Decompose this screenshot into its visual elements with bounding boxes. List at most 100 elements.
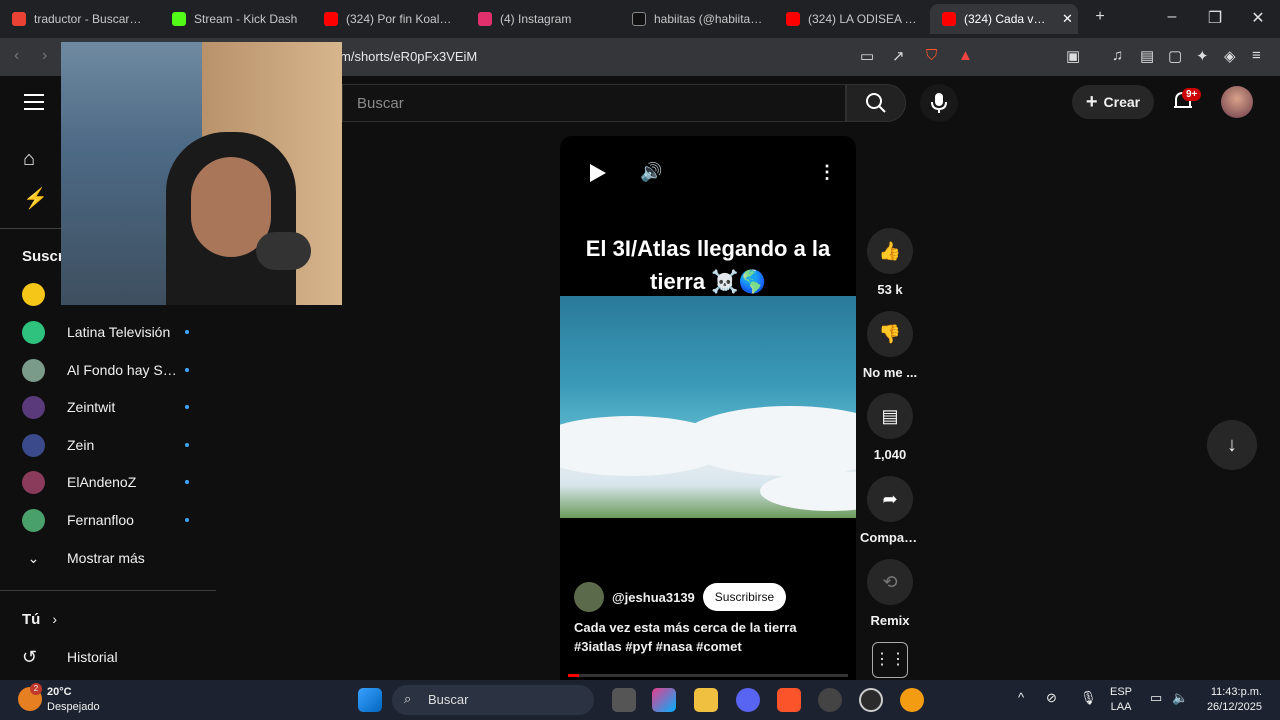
minimize-icon[interactable]: – bbox=[1152, 8, 1192, 26]
language-indicator[interactable]: ESP LAA bbox=[1110, 685, 1132, 715]
share-button[interactable]: ➦ Compartir bbox=[860, 476, 920, 545]
show-more-button[interactable]: ⌄ Mostrar más bbox=[22, 545, 202, 571]
music-icon[interactable]: ♫ bbox=[1112, 47, 1123, 64]
channel-row: @jeshua3139 Suscribirse bbox=[574, 582, 787, 612]
app-icon[interactable] bbox=[818, 688, 842, 712]
new-content-dot bbox=[185, 443, 189, 447]
vpn-icon[interactable]: ◈ bbox=[1224, 47, 1236, 65]
sidebar-item-channel[interactable]: Zein bbox=[22, 432, 202, 458]
video-frame bbox=[560, 296, 856, 518]
notification-badge: 9+ bbox=[1182, 88, 1202, 101]
chevron-up-icon[interactable]: ^ bbox=[1018, 690, 1024, 705]
tab-1[interactable]: Stream - Kick Dash bbox=[160, 4, 320, 34]
leo-icon[interactable]: ✦ bbox=[1196, 47, 1209, 65]
sidebar-item-channel[interactable]: ElAndenoZ bbox=[22, 469, 202, 495]
channel-handle[interactable]: @jeshua3139 bbox=[612, 590, 695, 605]
back-icon[interactable]: ‹ bbox=[14, 47, 19, 65]
more-options-icon[interactable]: ⋮ bbox=[818, 162, 836, 183]
sound-wave-icon[interactable]: ⋮⋮ bbox=[872, 642, 908, 678]
split-view-icon[interactable]: ▤ bbox=[1140, 47, 1154, 65]
you-section-link[interactable]: Tú › bbox=[22, 606, 202, 632]
close-tab-icon[interactable]: ✕ bbox=[1062, 11, 1073, 27]
channel-avatar[interactable] bbox=[22, 283, 45, 306]
tab-2[interactable]: (324) Por fin Koala vo bbox=[312, 4, 472, 34]
sidebar-item-channel[interactable]: Fernanfloo bbox=[22, 507, 202, 533]
share-icon: ➦ bbox=[867, 476, 913, 522]
share-page-icon[interactable]: ↗ bbox=[892, 47, 905, 65]
subscriptions-heading: Suscr bbox=[22, 248, 64, 265]
rewards-icon[interactable]: ▲ bbox=[958, 47, 973, 64]
windows-start-icon[interactable] bbox=[358, 688, 382, 712]
sidebar-item-channel[interactable]: Zeintwit bbox=[22, 394, 202, 420]
webcam-overlay bbox=[61, 42, 342, 305]
create-button[interactable]: + Crear bbox=[1072, 85, 1154, 119]
task-view-icon[interactable] bbox=[612, 688, 636, 712]
sidebar-toggle-icon[interactable]: ▣ bbox=[1066, 47, 1080, 65]
microsoft365-icon[interactable] bbox=[652, 688, 676, 712]
url-field[interactable]: m/shorts/eR0pFx3VEiM bbox=[340, 49, 477, 64]
account-avatar[interactable] bbox=[1221, 86, 1253, 118]
tab-active[interactable]: (324) Cada vez e ✕ bbox=[930, 4, 1078, 34]
dislike-button[interactable]: 👎 No me ... bbox=[860, 311, 920, 380]
remix-button[interactable]: ⟲ Remix bbox=[860, 559, 920, 628]
next-short-arrow-icon[interactable]: ↓ bbox=[1207, 420, 1257, 470]
home-icon[interactable]: ⌂ bbox=[23, 148, 35, 171]
google-icon bbox=[12, 12, 26, 26]
volume-icon[interactable]: 🔈 bbox=[1172, 690, 1188, 706]
short-description: Cada vez esta más cerca de la tierra #3i… bbox=[574, 620, 797, 654]
close-window-icon[interactable]: ✕ bbox=[1238, 8, 1278, 28]
tab-3[interactable]: (4) Instagram bbox=[466, 4, 616, 34]
avatar[interactable] bbox=[574, 582, 604, 612]
avatar bbox=[22, 395, 45, 419]
voice-search-button[interactable] bbox=[920, 84, 958, 122]
cast-icon[interactable]: ▭ bbox=[860, 47, 874, 65]
network-icon[interactable]: ⊘ bbox=[1046, 690, 1057, 706]
microphone-icon[interactable]: 🎙 bbox=[1080, 690, 1097, 706]
hamburger-menu-icon[interactable] bbox=[24, 94, 44, 110]
tab-5[interactable]: (324) LA ODISEA Trál bbox=[774, 4, 930, 34]
obs-icon[interactable] bbox=[859, 688, 883, 712]
tab-0[interactable]: traductor - Buscar con bbox=[0, 4, 160, 34]
weather-badge: 2 bbox=[30, 683, 42, 695]
taskbar-search[interactable]: ⌕ Buscar bbox=[392, 685, 594, 715]
search-icon bbox=[866, 93, 886, 113]
browser-tab-bar: traductor - Buscar con Stream - Kick Das… bbox=[0, 0, 1280, 38]
search-icon: ⌕ bbox=[404, 691, 412, 706]
sidebar-item-channel[interactable]: Al Fondo hay Siti... bbox=[22, 357, 202, 383]
weather-widget[interactable]: 20°C Despejado bbox=[47, 685, 100, 715]
brave-shield-icon[interactable]: ⛉ bbox=[926, 47, 937, 64]
tiktok-icon bbox=[632, 12, 646, 26]
progress-bar[interactable] bbox=[568, 674, 848, 677]
tab-4[interactable]: habiitas (@habiitas) | bbox=[620, 4, 780, 34]
subscribe-button[interactable]: Suscribirse bbox=[702, 583, 787, 611]
display-icon[interactable]: ▭ bbox=[1150, 690, 1162, 706]
avatar bbox=[22, 433, 45, 457]
shorts-icon[interactable]: ⚡ bbox=[23, 186, 48, 211]
avatar bbox=[22, 508, 45, 532]
sidebar-item-channel[interactable]: Latina Televisión bbox=[22, 319, 202, 345]
discord-icon[interactable] bbox=[736, 688, 760, 712]
like-button[interactable]: 👍 53 k bbox=[860, 228, 920, 297]
comments-button[interactable]: ▤ 1,040 bbox=[860, 393, 920, 462]
plus-icon: + bbox=[1085, 90, 1098, 113]
short-video-player[interactable]: 🔊 ⋮ El 3I/Atlas llegando a la tierra ☠️🌎… bbox=[560, 136, 856, 680]
microphone-prop bbox=[256, 232, 311, 270]
file-explorer-icon[interactable] bbox=[694, 688, 718, 712]
media-player-icon[interactable] bbox=[900, 688, 924, 712]
system-clock[interactable]: 11:43:p.m. 26/12/2025 bbox=[1198, 685, 1262, 715]
new-tab-icon[interactable]: + bbox=[1080, 8, 1120, 26]
brave-icon[interactable] bbox=[777, 688, 801, 712]
search-button[interactable] bbox=[846, 84, 906, 122]
forward-icon[interactable]: › bbox=[42, 47, 47, 65]
sidebar-item-history[interactable]: ↺ Historial bbox=[22, 644, 202, 670]
volume-icon[interactable]: 🔊 bbox=[640, 162, 662, 183]
menu-icon[interactable]: ≡ bbox=[1252, 47, 1261, 64]
new-content-dot bbox=[185, 330, 189, 334]
maximize-icon[interactable]: ❐ bbox=[1195, 8, 1235, 28]
search-input[interactable]: Buscar bbox=[342, 84, 846, 122]
instagram-icon bbox=[478, 12, 492, 26]
play-icon[interactable] bbox=[590, 164, 606, 182]
wallet-icon[interactable]: ▢ bbox=[1168, 47, 1182, 65]
comment-icon: ▤ bbox=[867, 393, 913, 439]
short-title: El 3I/Atlas llegando a la tierra ☠️🌎 bbox=[585, 236, 831, 294]
